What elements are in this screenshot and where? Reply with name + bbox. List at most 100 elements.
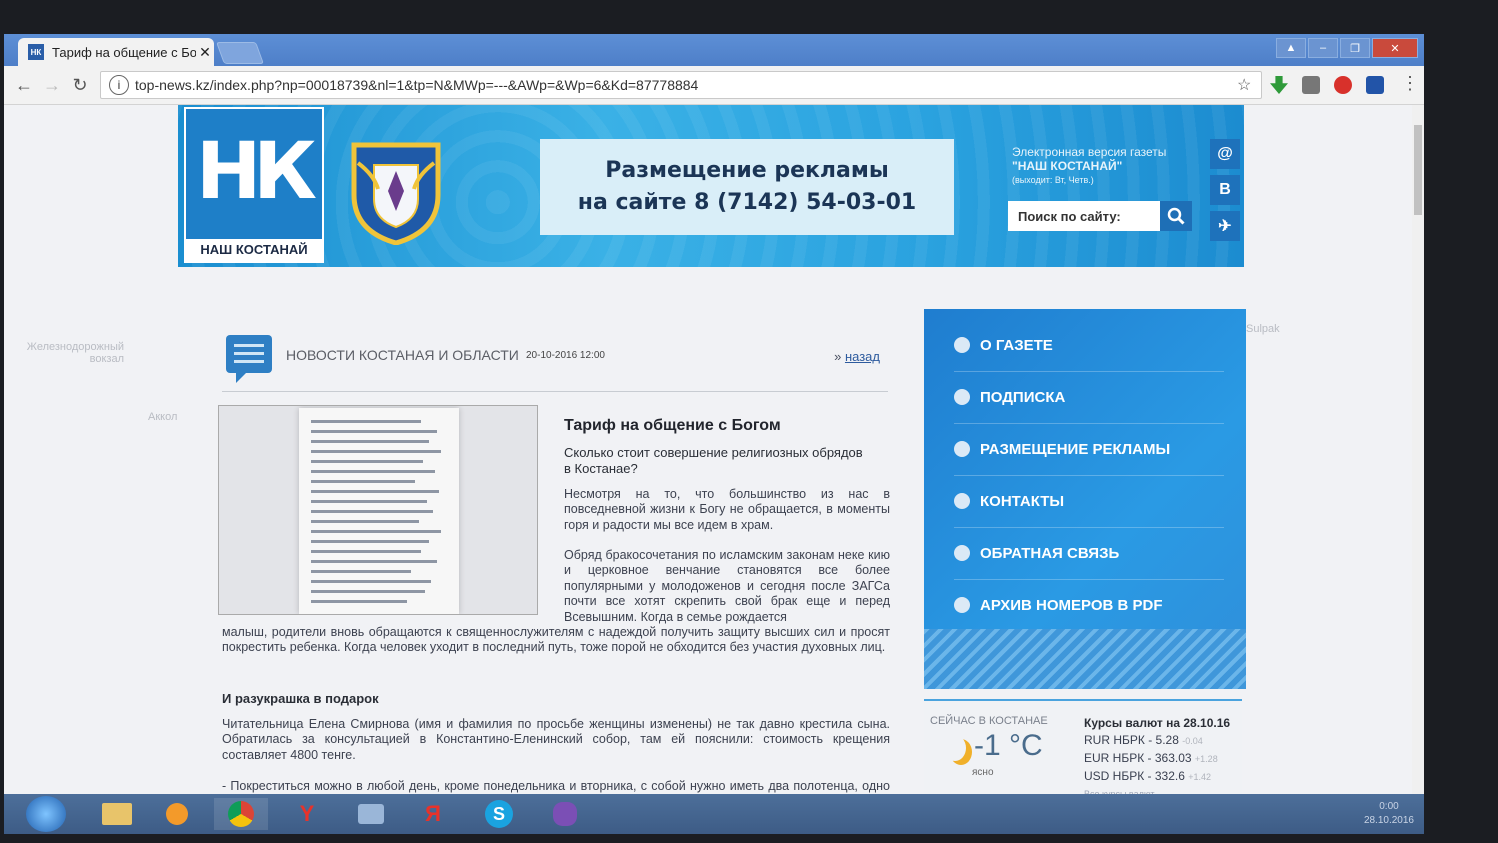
menu-dots-icon[interactable]: ⋮ — [1396, 73, 1424, 94]
bullet-icon — [954, 441, 970, 457]
menu-item-label: РАЗМЕЩЕНИЕ РЕКЛАМЫ — [980, 440, 1171, 458]
system-tray[interactable]: 0:00 28.10.2016 — [1364, 800, 1414, 828]
back-link[interactable]: назад — [845, 349, 880, 364]
weather-widget: СЕЙЧАС В КОСТАНАЕ -1 °C ясно Курсы валют… — [924, 699, 1242, 794]
site-favicon-icon: НК — [28, 44, 44, 60]
info-icon[interactable]: i — [109, 75, 129, 95]
browser-toolbar: ← → ↻ i top-news.kz/index.php?np=0001873… — [4, 66, 1424, 105]
scrollbar-thumb[interactable] — [1414, 125, 1422, 215]
bullet-icon — [954, 389, 970, 405]
back-arrow-icon[interactable]: ← — [10, 75, 38, 96]
logo-caption: НАШ КОСТАНАЙ — [186, 239, 322, 261]
advertising-banner[interactable]: Размещение рекламы на сайте 8 (7142) 54-… — [540, 139, 954, 235]
article-photo[interactable] — [218, 405, 538, 615]
close-window-button[interactable]: ✕ — [1372, 38, 1418, 58]
yandex-icon[interactable]: Я — [406, 798, 460, 830]
weather-condition: ясно — [972, 767, 994, 778]
rate-label: RUR НБРК - 5.28 — [1084, 733, 1179, 747]
new-tab-button[interactable] — [215, 42, 265, 64]
rate-row: USD НБРК - 332.6 +1.42 — [1084, 768, 1230, 786]
search-button[interactable] — [1160, 201, 1192, 231]
site-logo[interactable]: НК НАШ КОСТАНАЙ — [184, 107, 324, 263]
yandex-browser-icon[interactable]: Y — [280, 798, 334, 830]
network-icon[interactable] — [344, 798, 398, 830]
email-icon[interactable]: @ — [1210, 139, 1240, 169]
minimize-button[interactable]: – — [1308, 38, 1338, 58]
menu-item-advertising[interactable]: РАЗМЕЩЕНИЕ РЕКЛАМЫ — [954, 423, 1224, 476]
logo-letters: НК — [196, 127, 317, 217]
back-prefix: » — [834, 349, 842, 364]
bullet-icon — [954, 493, 970, 509]
map-label: Железнодорожный вокзал — [26, 341, 124, 365]
tab-strip: НК Тариф на общение с Бо ✕ ▲ – ❐ ✕ — [4, 34, 1424, 66]
monitor-screen: НК Тариф на общение с Бо ✕ ▲ – ❐ ✕ ← → ↻… — [4, 34, 1424, 834]
menu-item-contacts[interactable]: КОНТАКТЫ — [954, 475, 1224, 528]
article-subtitle: Сколько стоит совершение религиозных обр… — [564, 445, 863, 476]
windows-taskbar: Y Я S 0:00 28.10.2016 — [4, 794, 1424, 834]
folder-icon[interactable] — [90, 798, 144, 830]
edition-line: Электронная версия газеты — [1012, 145, 1167, 159]
article-subheading: И разукрашка в подарок — [222, 691, 379, 706]
forward-arrow-icon[interactable]: → — [38, 75, 66, 96]
menu-item-pdf-archive[interactable]: АРХИВ НОМЕРОВ В PDF — [954, 579, 1224, 631]
tray-date: 28.10.2016 — [1363, 815, 1414, 826]
menu-item-feedback[interactable]: ОБРАТНАЯ СВЯЗЬ — [954, 527, 1224, 580]
weather-temperature: -1 °C — [974, 729, 1043, 762]
edition-schedule: (выходит: Вт, Четв.) — [1012, 175, 1094, 185]
address-bar[interactable]: i top-news.kz/index.php?np=00018739&nl=1… — [100, 71, 1262, 99]
menu-item-label: КОНТАКТЫ — [980, 492, 1065, 510]
maximize-button[interactable]: ❐ — [1340, 38, 1370, 58]
skype-icon[interactable]: S — [472, 798, 526, 830]
viber-icon[interactable] — [538, 798, 592, 830]
site-header: НК НАШ КОСТАНАЙ Размещение рекламы на са… — [178, 105, 1244, 267]
article-paragraph: - Покреститься можно в любой день, кроме… — [222, 779, 890, 793]
media-icon[interactable] — [150, 798, 204, 830]
web-page: Железнодорожный вокзал Аккол Sulpak НК Н… — [4, 105, 1412, 794]
reload-icon[interactable]: ↻ — [66, 75, 94, 96]
browser-tab[interactable]: НК Тариф на общение с Бо ✕ — [18, 38, 214, 66]
currency-rates: Курсы валют на 28.10.16 RUR НБРК - 5.28 … — [1084, 715, 1230, 794]
tray-time: 0:00 — [1379, 801, 1399, 812]
download-extension-icon[interactable] — [1270, 76, 1288, 94]
price-list-paper-image — [299, 408, 459, 614]
map-label: Аккол — [148, 411, 178, 423]
close-tab-icon[interactable]: ✕ — [196, 44, 214, 61]
back-link-wrapper: » назад — [834, 349, 880, 364]
category-title: НОВОСТИ КОСТАНАЯ И ОБЛАСТИ — [286, 347, 519, 363]
rate-label: USD НБРК - 332.6 — [1084, 769, 1185, 783]
weather-title: СЕЙЧАС В КОСТАНАЕ — [930, 715, 1048, 727]
ad-line-1: Размещение рекламы — [605, 158, 889, 183]
adblock-icon[interactable] — [1334, 76, 1352, 94]
article-paragraph: малыш, родители вновь обращаются к свяще… — [222, 625, 890, 655]
vertical-scrollbar[interactable] — [1412, 105, 1424, 794]
all-rates-link[interactable]: Все курсы валют — [1084, 786, 1230, 794]
bullet-icon — [954, 337, 970, 353]
rate-row: EUR НБРК - 363.03 +1.28 — [1084, 750, 1230, 768]
vkontakte-icon[interactable]: В — [1210, 175, 1240, 205]
edition-name: "НАШ КОСТАНАЙ" — [1012, 159, 1123, 173]
search-input[interactable]: Поиск по сайту: — [1008, 201, 1160, 231]
extension-icon[interactable] — [1302, 76, 1320, 94]
rate-change: -0.04 — [1182, 736, 1203, 746]
news-icon — [226, 335, 272, 383]
bullet-icon — [954, 545, 970, 561]
bookmark-star-icon[interactable]: ☆ — [1237, 75, 1261, 95]
chrome-icon[interactable] — [214, 798, 268, 830]
rate-change: +1.42 — [1188, 772, 1212, 782]
article-paragraph: Несмотря на то, что большинство из нас в… — [564, 487, 890, 532]
home-extension-icon[interactable] — [1366, 76, 1384, 94]
menu-item-label: ПОДПИСКА — [980, 388, 1066, 406]
article-paragraph: Обряд бракосочетания по исламским закона… — [564, 548, 890, 624]
map-label: Sulpak — [1246, 323, 1280, 335]
city-crest-icon — [351, 142, 441, 245]
article-paragraph: Читательница Елена Смирнова (имя и фамил… — [222, 717, 890, 762]
start-button[interactable] — [26, 796, 66, 832]
user-icon[interactable]: ▲ — [1276, 38, 1306, 58]
menu-item-subscription[interactable]: ПОДПИСКА — [954, 371, 1224, 424]
url-text[interactable]: top-news.kz/index.php?np=00018739&nl=1&t… — [135, 77, 1237, 93]
menu-item-about[interactable]: О ГАЗЕТЕ — [954, 319, 1224, 372]
rate-change: +1.28 — [1194, 754, 1218, 764]
rates-title: Курсы валют на 28.10.16 — [1084, 716, 1231, 730]
article-title: Тариф на общение с Богом — [564, 417, 781, 434]
twitter-icon[interactable]: ✈ — [1210, 211, 1240, 241]
